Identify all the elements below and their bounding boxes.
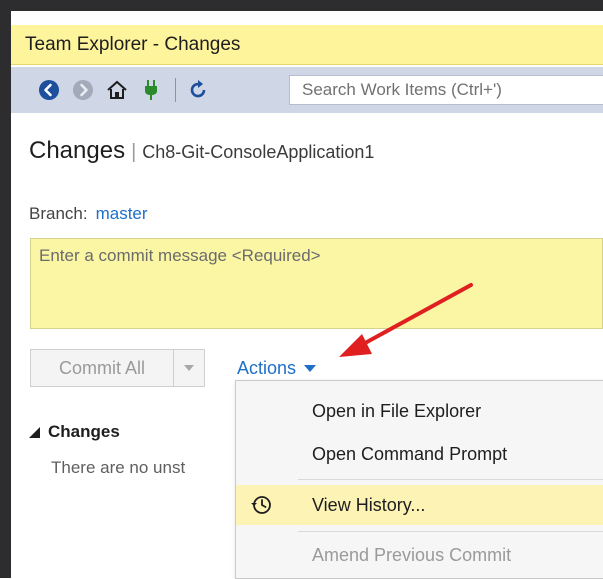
screenshot-frame: Team Explorer - Changes Ch [0, 0, 603, 579]
annotation-arrow-icon [339, 283, 473, 357]
